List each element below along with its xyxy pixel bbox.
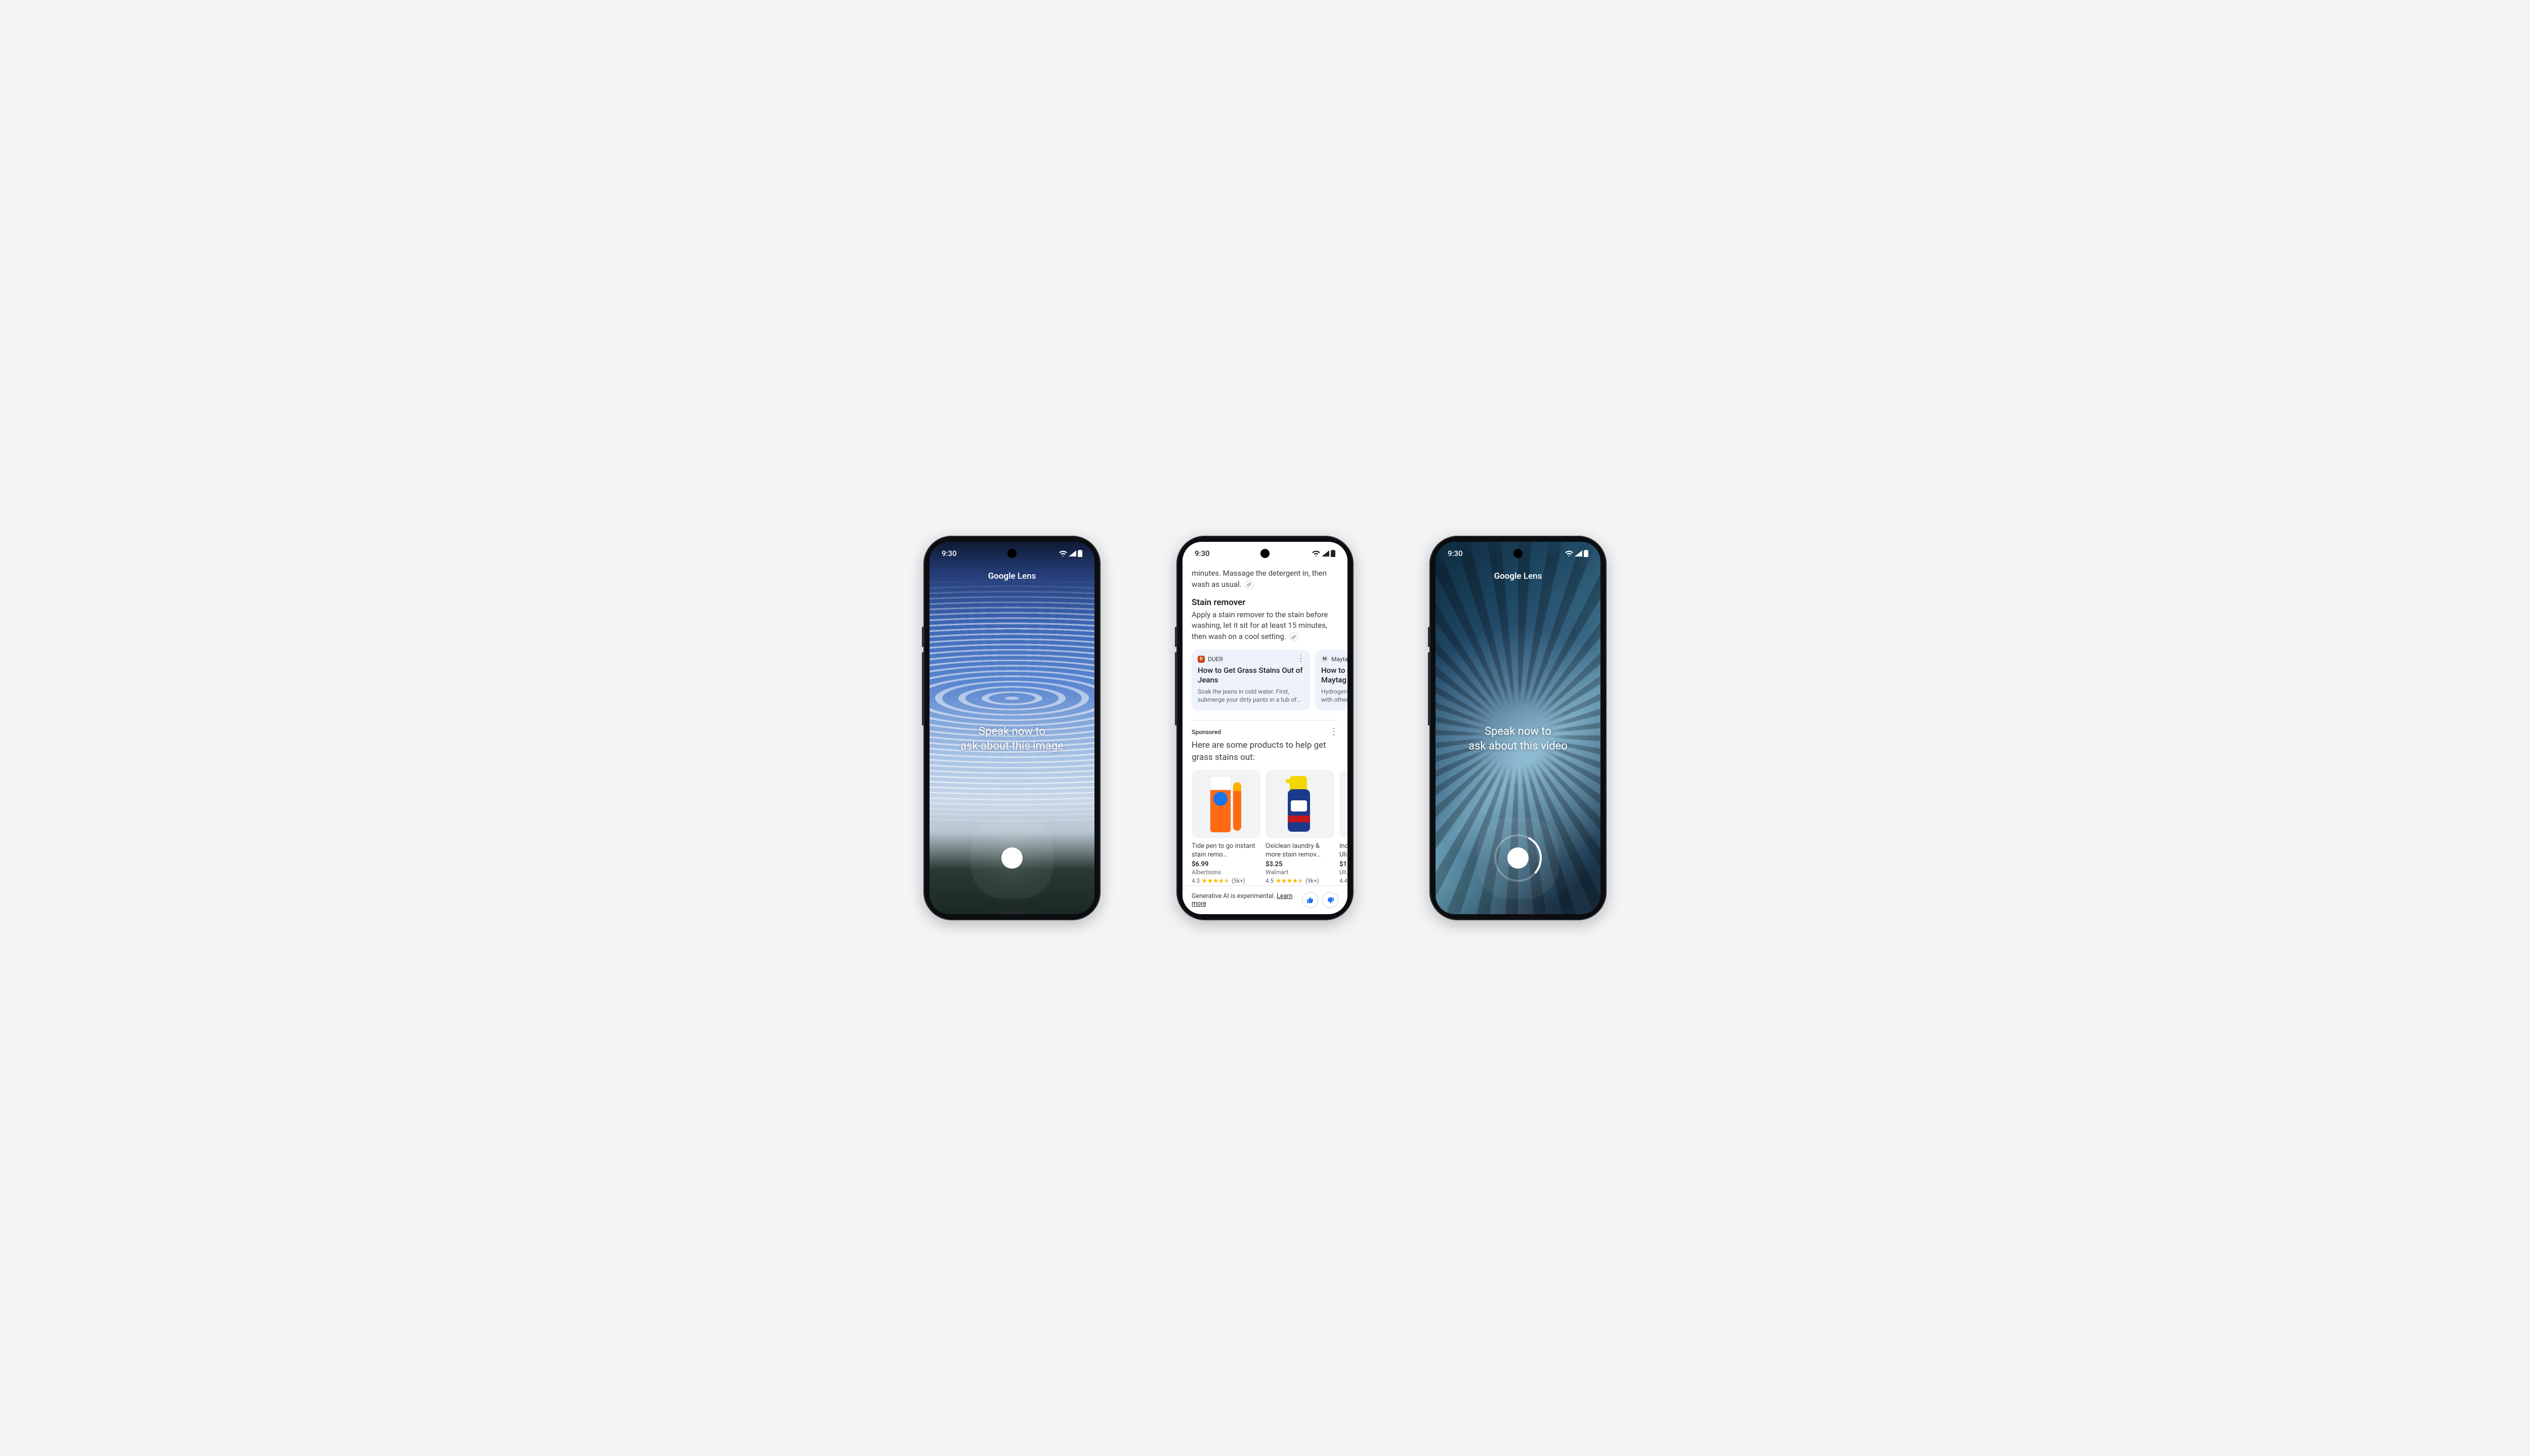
voice-prompt: Speak now to ask about this video [1436, 724, 1600, 754]
citation-icon[interactable] [1289, 632, 1298, 641]
overflow-menu-icon[interactable]: ⋮ [1329, 727, 1338, 737]
source-cards: ⋮DDUER How to Get Grass Stains Out of Jea… [1192, 650, 1347, 711]
source-brand: MMaytag [1321, 656, 1347, 663]
app-title: Google Lens [930, 571, 1094, 581]
status-icons [1312, 550, 1335, 557]
phone-middle: 9:30 minutes. Massage the detergent in, … [1176, 536, 1354, 920]
source-title: How to Get G… Maytag [1321, 666, 1347, 686]
source-card[interactable]: ⋮DDUER How to Get Grass Stains Out of Jea… [1192, 650, 1310, 711]
product-store: Uli… [1339, 869, 1347, 876]
product-store: Walmart [1266, 869, 1334, 876]
product-card[interactable]: Inc… Uli…$1.…Uli…4.4 [1339, 770, 1347, 884]
product-card[interactable]: Tide pen to go instant stain remo…$6.99A… [1192, 770, 1260, 884]
product-card[interactable]: Oxiclean laundry & more stain remov…$3.2… [1266, 770, 1334, 884]
status-time: 9:30 [942, 549, 957, 558]
product-image [1339, 770, 1347, 838]
product-rating: 4.4 [1339, 877, 1347, 884]
screen-right: 9:30 Google Lens Speak now to ask about … [1436, 542, 1600, 914]
source-snippet: Hydrogen peroxide with other ingredie… [1321, 688, 1347, 704]
status-icons [1059, 550, 1082, 557]
product-store: Albertsons [1192, 869, 1260, 876]
section-body: Apply a stain remover to the stain befor… [1183, 610, 1347, 643]
product-name: Inc… Uli… [1339, 842, 1347, 860]
source-title: How to Get Grass Stains Out of Jeans [1198, 666, 1304, 686]
app-title: Google Lens [1436, 571, 1600, 581]
thumbs-down-button[interactable] [1322, 892, 1338, 908]
source-brand: DDUER [1198, 656, 1304, 663]
wifi-icon [1059, 550, 1067, 556]
camera-hole [1007, 549, 1017, 558]
status-time: 9:30 [1448, 549, 1463, 558]
signal-icon [1069, 550, 1076, 556]
phone-left: 9:30 Google Lens Speak now to ask about … [923, 536, 1101, 920]
product-name: Oxiclean laundry & more stain remov… [1266, 842, 1334, 860]
product-rating: 4.5(9k+) [1266, 877, 1334, 884]
card-menu-icon[interactable]: ⋮ [1297, 655, 1305, 663]
tip-fragment: minutes. Massage the detergent in, then … [1183, 568, 1347, 590]
section-title: Stain remover [1183, 597, 1347, 608]
screen-left: 9:30 Google Lens Speak now to ask about … [930, 542, 1094, 914]
wifi-icon [1565, 550, 1573, 556]
product-price: $3.25 [1266, 861, 1334, 868]
product-image [1266, 770, 1334, 838]
wifi-icon [1312, 550, 1320, 556]
battery-icon [1331, 550, 1335, 557]
source-card[interactable]: ⋮MMaytagHow to Get G… MaytagHydrogen per… [1315, 650, 1347, 711]
ai-disclaimer-text: Generative AI is experimental. [1192, 892, 1277, 900]
results-page[interactable]: minutes. Massage the detergent in, then … [1183, 542, 1347, 914]
citation-icon[interactable] [1245, 580, 1254, 589]
record-button[interactable] [1507, 847, 1529, 869]
battery-icon [1584, 550, 1588, 557]
screen-middle: 9:30 minutes. Massage the detergent in, … [1183, 542, 1347, 914]
sponsored-lead: Here are some products to help get grass… [1183, 740, 1347, 764]
thumbs-up-button[interactable] [1302, 892, 1318, 908]
stage: 9:30 Google Lens Speak now to ask about … [0, 0, 2530, 1456]
battery-icon [1078, 550, 1082, 557]
phone-right: 9:30 Google Lens Speak now to ask about … [1429, 536, 1607, 920]
status-time: 9:30 [1195, 549, 1210, 558]
camera-hole [1513, 549, 1523, 558]
record-button[interactable] [1001, 847, 1023, 869]
product-name: Tide pen to go instant stain remo… [1192, 842, 1260, 860]
product-rating: 4.3(5k+) [1192, 877, 1260, 884]
source-snippet: Soak the jeans in cold water. First, sub… [1198, 688, 1304, 704]
product-price: $6.99 [1192, 861, 1260, 868]
camera-hole [1260, 549, 1270, 558]
ai-disclaimer-bar: Generative AI is experimental. Learn mor… [1183, 885, 1347, 914]
product-image [1192, 770, 1260, 838]
signal-icon [1322, 550, 1329, 556]
status-icons [1565, 550, 1588, 557]
product-price: $1.… [1339, 861, 1347, 868]
signal-icon [1575, 550, 1582, 556]
sponsored-label: Sponsored [1192, 729, 1221, 736]
product-carousel[interactable]: Tide pen to go instant stain remo…$6.99A… [1192, 770, 1347, 884]
voice-prompt: Speak now to ask about this image [930, 724, 1094, 754]
